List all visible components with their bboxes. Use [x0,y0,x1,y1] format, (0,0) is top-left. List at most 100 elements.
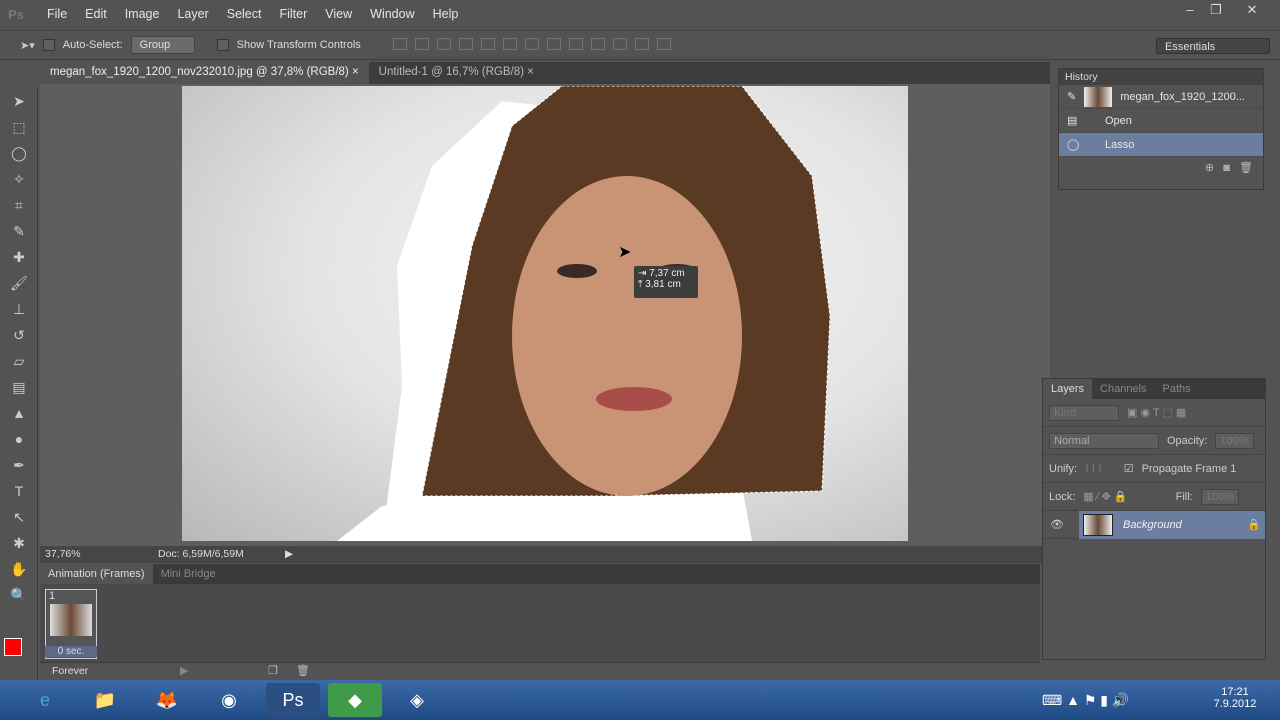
menu-layer[interactable]: Layer [168,7,217,21]
minimize-button[interactable]: – [1178,2,1202,20]
path-select-tool-icon[interactable]: ↖ [0,504,38,530]
menu-image[interactable]: Image [116,7,169,21]
history-snapshot[interactable]: ✎ megan_fox_1920_1200... [1059,85,1263,109]
layer-row-background[interactable]: 👁 Background 🔒 [1043,510,1265,539]
new-frame-icon[interactable]: ❐ [268,664,278,677]
history-brush-icon[interactable]: ↺ [0,322,38,348]
cursor-icon: ➤ [618,244,632,261]
pen-tool-icon[interactable]: ✒ [0,452,38,478]
blend-mode-dropdown[interactable]: Normal [1049,432,1159,449]
restore-button[interactable]: ❐ [1204,2,1228,20]
workspace-switcher[interactable]: Essentials [1156,38,1270,54]
distribute-icon[interactable] [524,37,539,50]
close-tab-icon[interactable]: × [352,66,359,78]
healing-tool-icon[interactable]: ✚ [0,244,38,270]
fill-field[interactable]: 100% [1200,488,1239,505]
eyedropper-tool-icon[interactable]: ✎ [0,218,38,244]
history-item-lasso[interactable]: ◯ Lasso [1059,133,1263,157]
history-item-open[interactable]: ▤ Open [1059,109,1263,133]
stamp-tool-icon[interactable]: ⊥ [0,296,38,322]
lasso-tool-icon[interactable]: ◯ [0,140,38,166]
tab-paths[interactable]: Paths [1155,379,1199,399]
layer-name[interactable]: Background [1123,519,1237,531]
eraser-tool-icon[interactable]: ▱ [0,348,38,374]
tab-animation-frames[interactable]: Animation (Frames) [40,564,153,584]
trash-icon[interactable]: 🗑 [1239,162,1253,174]
menu-edit[interactable]: Edit [76,7,116,21]
tab-mini-bridge[interactable]: Mini Bridge [153,564,224,584]
align-icon[interactable] [414,37,429,50]
frame-thumbnail [50,604,92,636]
brush-icon: ✎ [1067,91,1077,103]
distribute-icon[interactable] [612,37,627,50]
distribute-icon[interactable] [546,37,561,50]
document-canvas[interactable] [182,86,908,541]
dodge-tool-icon[interactable]: ● [0,426,38,452]
shape-tool-icon[interactable]: ✱ [0,530,38,556]
align-icon[interactable] [436,37,451,50]
blur-tool-icon[interactable]: ▲ [0,400,38,426]
menu-select[interactable]: Select [218,7,271,21]
camera-icon[interactable]: ◙ [1223,162,1230,174]
distribute-icon[interactable] [634,37,649,50]
gradient-tool-icon[interactable]: ▤ [0,374,38,400]
file-explorer-icon[interactable]: 📁 [78,683,132,717]
loop-dropdown[interactable]: Forever [52,665,88,677]
tab-channels[interactable]: Channels [1092,379,1154,399]
menu-view[interactable]: View [316,7,361,21]
hand-tool-icon[interactable]: ✋ [0,556,38,582]
marquee-tool-icon[interactable]: ⬚ [0,114,38,140]
frame-delay[interactable]: 0 sec. [45,646,97,657]
internet-explorer-icon[interactable]: e [18,683,72,717]
close-tab-icon[interactable]: × [527,66,534,78]
type-tool-icon[interactable]: T [0,478,38,504]
auto-select-dropdown[interactable]: Group [130,36,195,54]
app-taskbar-icon[interactable]: ◈ [390,683,444,717]
menu-window[interactable]: Window [361,7,423,21]
status-menu-arrow-icon[interactable]: ▶ [285,548,293,560]
move-tool-icon[interactable]: ➤▾ [20,39,35,52]
clock[interactable]: 17:21 7.9.2012 [1200,686,1270,710]
history-tab[interactable]: History [1059,69,1263,85]
recorder-taskbar-icon[interactable]: ◆ [328,683,382,717]
zoom-tool-icon[interactable]: 🔍 [0,582,38,608]
propagate-checkbox[interactable]: ☑ [1124,462,1134,475]
filter-kind-dropdown[interactable]: Kind [1049,404,1119,421]
firefox-icon[interactable]: 🦊 [140,683,194,717]
menu-help[interactable]: Help [424,7,468,21]
align-icon[interactable] [458,37,473,50]
auto-select-checkbox[interactable] [42,39,55,51]
snapshot-thumbnail [1084,86,1113,107]
opacity-field[interactable]: 100% [1215,432,1254,449]
system-tray-icons[interactable]: ⌨ ▲ ⚑ ▮ 🔊 [1042,692,1129,709]
menu-filter[interactable]: Filter [270,7,316,21]
quick-select-tool-icon[interactable]: ✧ [0,166,38,192]
align-icon[interactable] [502,37,517,50]
brush-tool-icon[interactable]: 🖌 [0,270,38,296]
chrome-icon[interactable]: ◉ [202,683,256,717]
foreground-color-swatch[interactable] [4,638,22,656]
crop-tool-icon[interactable]: ⌗ [0,192,38,218]
play-icon[interactable]: ▶ [180,664,188,677]
distribute-icon[interactable] [590,37,605,50]
new-document-icon[interactable]: ⊕ [1205,162,1214,174]
trash-icon[interactable]: 🗑 [296,664,310,677]
tab-layers[interactable]: Layers [1043,379,1093,399]
show-transform-checkbox[interactable] [216,39,229,51]
visibility-eye-icon[interactable]: 👁 [1043,518,1071,531]
menu-file[interactable]: File [38,7,76,21]
tab-document-1[interactable]: megan_fox_1920_1200_nov232010.jpg @ 37,8… [40,62,369,84]
align-icon[interactable] [392,37,407,50]
close-button[interactable]: ✕ [1240,2,1264,20]
align-icon[interactable] [480,37,495,50]
lock-icons[interactable]: ▦ ⁄ ✥ 🔒 [1083,490,1127,503]
auto-align-icon[interactable] [656,37,671,50]
distribute-icon[interactable] [568,37,583,50]
move-tool-icon[interactable]: ➤ [0,88,38,114]
photoshop-taskbar-icon[interactable]: Ps [266,683,320,717]
filter-icons[interactable]: ▣ ◉ T ⬚ ▦ [1127,406,1186,419]
unify-icons[interactable]: ⁝ ⁝ ⁝ [1085,462,1102,475]
tab-document-2[interactable]: Untitled-1 @ 16,7% (RGB/8) × [369,62,544,84]
zoom-level[interactable]: 37,76% [45,548,81,560]
lasso-icon: ◯ [1067,139,1080,151]
